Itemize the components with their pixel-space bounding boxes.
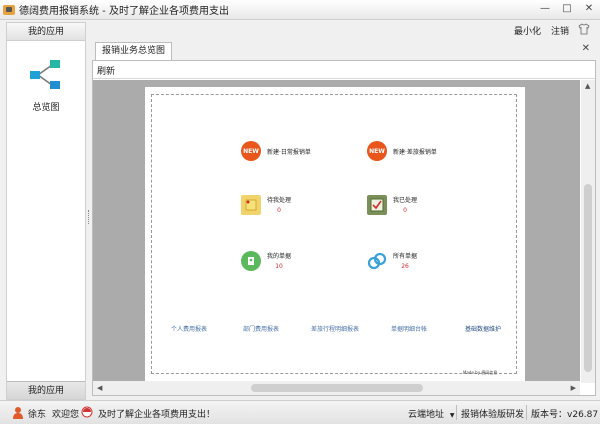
overview-sheet: NEW 新建·日常报销单 NEW 新建·差旅报销单 待我处理 0 我已处理 0 … [145, 87, 525, 383]
sidebar-item-label: 总览图 [32, 103, 60, 113]
tab-bar: 报销业务总览图 ✕ [92, 40, 596, 60]
pending-note-icon [241, 195, 261, 215]
welcome-text: 欢迎您 [52, 410, 80, 420]
minimize-link[interactable]: 最小化 [514, 24, 541, 37]
tile-label: 待我处理 [267, 197, 292, 204]
tile-new-travel-expense[interactable]: NEW 新建·差旅报销单 [367, 141, 437, 161]
shirt-icon[interactable] [578, 23, 590, 38]
scroll-left-icon[interactable]: ◀ [97, 384, 102, 392]
window-restore-button[interactable]: □ [556, 0, 578, 18]
sidebar-item-overview[interactable]: 总览图 [21, 57, 71, 117]
logout-link[interactable]: 注销 [551, 24, 569, 37]
user-name: 徐东 [28, 410, 47, 420]
horizontal-scroll-thumb[interactable] [251, 384, 423, 392]
user-icon [12, 406, 24, 422]
tab-overview[interactable]: 报销业务总览图 [95, 42, 173, 60]
chevron-down-icon: ▼ [449, 412, 455, 419]
status-divider [456, 405, 457, 420]
tile-count: 0 [403, 207, 407, 214]
link-base-data[interactable]: 基础数据维护 [465, 324, 501, 333]
dev-note: 报销体验版研发 [461, 410, 525, 420]
document-icon [241, 251, 261, 271]
close-icon[interactable]: ✕ [582, 43, 590, 54]
tile-label: 我的单据 [267, 253, 292, 260]
vertical-scrollbar[interactable]: ▲ [581, 80, 595, 383]
cloud-address-label: 云端地址 [408, 410, 445, 420]
new-badge-icon: NEW [367, 141, 387, 161]
new-badge-icon: NEW [241, 141, 261, 161]
tile-label: 新建·日常报销单 [267, 149, 311, 156]
scroll-up-icon[interactable]: ▲ [585, 82, 590, 90]
window-close-button[interactable]: ✕ [578, 0, 600, 18]
sidebar-footer-button[interactable]: 我的应用 [7, 381, 85, 399]
tile-count: 26 [401, 263, 409, 270]
vertical-scroll-thumb[interactable] [584, 184, 592, 372]
cloud-address-dropdown[interactable]: 云端地址 ▼ [408, 407, 455, 420]
slogan-text: 及时了解企业各项费用支出！ [98, 410, 216, 420]
tile-label: 新建·差旅报销单 [393, 149, 437, 156]
sidebar-header: 我的应用 [7, 23, 85, 41]
link-personal-report[interactable]: 个人费用报表 [171, 324, 207, 333]
notice-icon [81, 406, 93, 421]
window-minimize-button[interactable]: — [534, 0, 556, 18]
tile-pending[interactable]: 待我处理 0 [241, 195, 291, 215]
version-label: 版本号： [531, 410, 568, 420]
tile-label: 我已处理 [393, 197, 418, 204]
tile-new-daily-expense[interactable]: NEW 新建·日常报销单 [241, 141, 311, 161]
status-bar: 徐东 欢迎您 及时了解企业各项费用支出！ 云端地址 ▼ 报销体验版研发 版本号：… [0, 400, 600, 424]
link-department-report[interactable]: 部门费用报表 [243, 324, 279, 333]
signature-text: Made by 德阔信息 [463, 370, 498, 375]
title-bar: 德阔费用报销系统 - 及时了解企业各项费用支出 — □ ✕ [0, 0, 600, 20]
content-toolbar: 刷新 [93, 61, 595, 79]
chain-link-icon [367, 251, 387, 271]
version-info: 版本号：v26.87 [531, 407, 598, 420]
top-toolbar: 最小化 注销 [0, 20, 600, 40]
done-check-icon [367, 195, 387, 215]
overview-viewport: NEW 新建·日常报销单 NEW 新建·差旅报销单 待我处理 0 我已处理 0 … [93, 80, 580, 383]
horizontal-scrollbar[interactable]: ◀ ▶ [93, 381, 580, 395]
panel-splitter[interactable] [88, 210, 90, 224]
status-divider [526, 405, 527, 420]
tile-processed[interactable]: 我已处理 0 [367, 195, 417, 215]
tile-count: 0 [277, 207, 281, 214]
version-number: v26.87 [567, 410, 599, 420]
sidebar: 我的应用 总览图 我的应用 [6, 22, 86, 400]
tile-my-documents[interactable]: 我的单据 10 [241, 251, 291, 271]
link-document-ledger[interactable]: 单据明细台帐 [391, 324, 427, 333]
tile-all-documents[interactable]: 所有单据 26 [367, 251, 417, 271]
window-title: 德阔费用报销系统 - 及时了解企业各项费用支出 [19, 6, 229, 17]
main-content: 刷新 NEW 新建·日常报销单 NEW 新建·差旅报销单 待我处理 0 我已处理… [92, 60, 596, 396]
app-logo-icon [3, 4, 15, 15]
refresh-button[interactable]: 刷新 [97, 64, 115, 77]
org-chart-icon [30, 60, 60, 89]
tile-label: 所有单据 [393, 253, 418, 260]
link-travel-report[interactable]: 差旅行程明细报表 [311, 324, 359, 333]
window-controls: — □ ✕ [534, 0, 600, 18]
scroll-right-icon[interactable]: ▶ [571, 384, 576, 392]
tile-count: 10 [275, 263, 283, 270]
